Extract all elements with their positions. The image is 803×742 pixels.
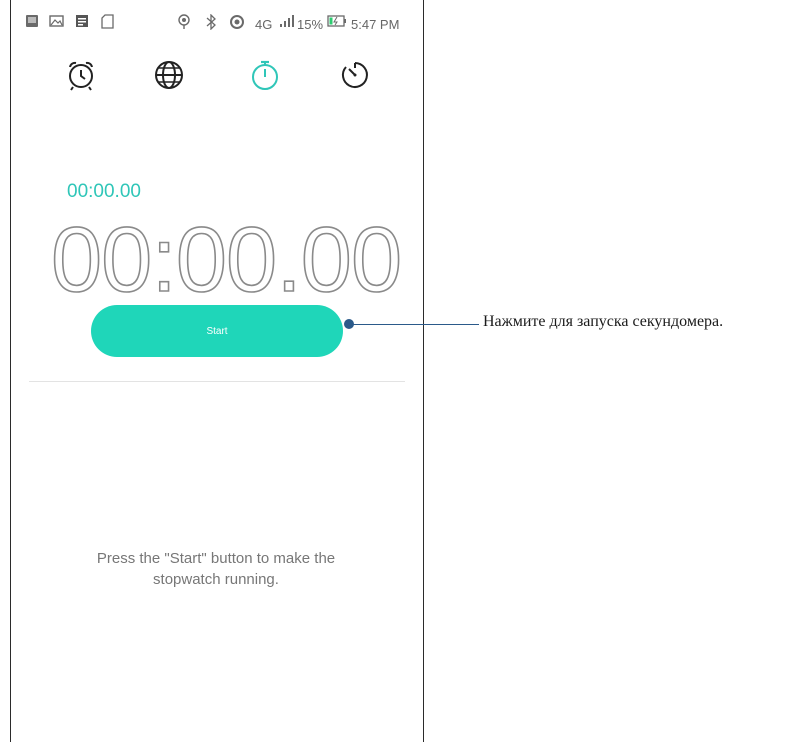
world-clock-icon <box>155 61 183 89</box>
network-type: 4G <box>255 17 273 32</box>
signal-icon <box>280 15 294 27</box>
sync-icon <box>230 15 244 29</box>
callout-line <box>349 324 479 325</box>
gallery-icon <box>26 15 38 27</box>
hint-text: Press the "Start" button to make the sto… <box>51 548 381 590</box>
tab-world-clock[interactable] <box>149 55 189 95</box>
location-icon <box>178 14 190 29</box>
bluetooth-icon <box>206 14 216 30</box>
start-button[interactable]: Start <box>91 305 343 357</box>
status-bar: 4G 15% 5:47 PM <box>11 10 425 38</box>
battery-icon <box>327 15 346 27</box>
sd-card-icon <box>101 14 114 29</box>
tab-stopwatch[interactable] <box>245 55 285 95</box>
status-time: 5:47 PM <box>351 17 400 32</box>
clock-tabs <box>11 55 425 95</box>
divider <box>29 381 405 382</box>
hint-line-2: stopwatch running. <box>153 571 279 588</box>
phone-screen: 4G 15% 5:47 PM 00:00.00 00:00.00 Start P… <box>10 0 424 742</box>
stopwatch-icon <box>252 60 278 90</box>
tab-timer[interactable] <box>335 55 375 95</box>
image-icon <box>49 15 64 27</box>
tab-alarm[interactable] <box>61 55 101 95</box>
hint-line-1: Press the "Start" button to make the <box>96 550 336 567</box>
battery-percent: 15% <box>297 17 324 32</box>
notes-icon <box>76 15 88 27</box>
callout-annotation: Нажмите для запуска секундомера. <box>483 313 724 330</box>
timer-icon <box>341 62 368 88</box>
lap-time: 00:00.00 <box>67 181 141 202</box>
stopwatch-display: 00:00.00 <box>50 209 403 311</box>
alarm-icon <box>69 61 93 91</box>
